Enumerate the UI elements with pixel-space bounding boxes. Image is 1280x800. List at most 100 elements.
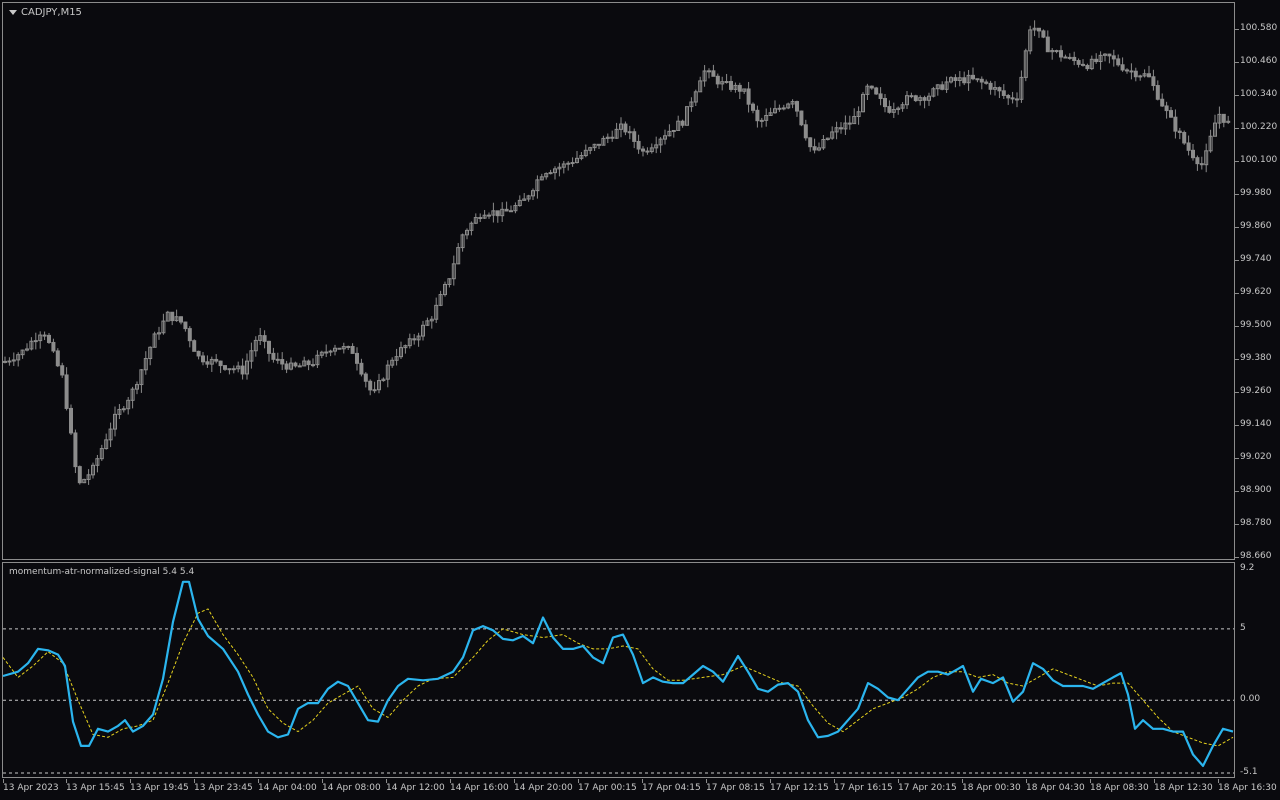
time-axis-label: 13 Apr 23:45 (194, 779, 253, 793)
indicator-axis-label: 0.00 (1240, 694, 1261, 705)
indicator-pane[interactable]: momentum-atr-normalized-signal 5.4 5.4 (2, 562, 1235, 778)
candle (1217, 106, 1222, 129)
price-axis-label: 99.500 (1240, 320, 1272, 330)
candle (742, 88, 747, 94)
candle-body (1037, 27, 1041, 32)
candle (121, 406, 126, 413)
candle (689, 97, 694, 112)
candle-body (1160, 98, 1165, 107)
candle (1032, 20, 1037, 37)
candle-body (971, 74, 975, 80)
candle (777, 104, 782, 112)
candle (1151, 69, 1156, 91)
candle (319, 350, 324, 359)
candle (975, 78, 980, 83)
candle (346, 345, 351, 350)
time-axis-label: 13 Apr 19:45 (130, 779, 189, 793)
candle-body (121, 408, 126, 411)
symbol-label[interactable]: CADJPY,M15 (9, 7, 82, 18)
candle-body (839, 127, 843, 130)
candle (1041, 29, 1046, 39)
price-chart-pane[interactable]: CADJPY,M15 (2, 2, 1235, 560)
price-axis-tick (1235, 458, 1239, 459)
candle (627, 125, 632, 140)
candle (953, 74, 958, 88)
candle (1147, 65, 1151, 78)
candle (671, 129, 676, 138)
candle (429, 316, 434, 329)
candle-body (478, 217, 483, 220)
candle (377, 373, 381, 394)
time-axis-label: 18 Apr 04:30 (1026, 779, 1085, 793)
candle-body (1173, 116, 1178, 132)
candle-body (1147, 73, 1151, 78)
candle (385, 360, 390, 388)
candle (993, 81, 997, 96)
candle-body (1063, 56, 1068, 59)
candle (601, 135, 606, 146)
time-axis-label: 17 Apr 00:15 (578, 779, 637, 793)
candle (3, 356, 7, 364)
candle (856, 106, 861, 125)
candle (513, 202, 518, 214)
candle (786, 102, 791, 110)
candle (570, 157, 575, 167)
candle (539, 173, 544, 181)
candle-body (1076, 60, 1081, 65)
candle-body (671, 129, 676, 132)
candle (544, 172, 549, 180)
candle (1076, 58, 1081, 68)
candle (707, 68, 711, 79)
candle (1001, 84, 1006, 100)
time-axis-label: 13 Apr 2023 (3, 779, 59, 793)
candle (333, 344, 337, 356)
candle (931, 86, 936, 98)
candle-body (548, 172, 553, 175)
candle-body (803, 124, 808, 139)
candle (526, 194, 531, 202)
candle (16, 352, 21, 367)
candle (412, 334, 417, 345)
candle (258, 327, 263, 346)
candle (38, 331, 43, 349)
candle (645, 147, 650, 155)
candle (795, 100, 799, 117)
candle-body (755, 109, 760, 122)
candle (434, 297, 439, 324)
candle (737, 82, 742, 100)
candle-body (711, 70, 716, 77)
price-axis-tick (1235, 557, 1239, 558)
candle-body (368, 380, 373, 391)
candle (469, 221, 474, 236)
candle (51, 338, 56, 353)
candle-body (205, 361, 210, 365)
candle-body (1116, 58, 1121, 66)
candle-body (869, 85, 874, 89)
time-axis-label: 17 Apr 04:15 (642, 779, 701, 793)
candle-body (808, 137, 813, 148)
candle (407, 333, 412, 349)
candle-body (1067, 56, 1072, 59)
candle-body (975, 78, 980, 81)
signal-ma-line (2, 608, 1234, 747)
candle-body (324, 351, 329, 354)
candle (315, 350, 320, 369)
candle (1081, 59, 1085, 67)
candle-body (271, 352, 276, 360)
candle-body (33, 340, 38, 343)
candle (280, 352, 285, 371)
candle-body (231, 368, 236, 371)
price-axis-tick (1235, 392, 1239, 393)
time-axis[interactable]: 13 Apr 2023 13 Apr 15:45 13 Apr 19:45 13 Ap… (0, 779, 1280, 800)
candle (839, 122, 843, 134)
candle (1213, 114, 1217, 137)
candle-body (623, 123, 628, 133)
price-axis-tick (1235, 260, 1239, 261)
candle (451, 255, 456, 286)
candle-body (909, 95, 914, 98)
candle-body (60, 365, 65, 376)
candle (227, 368, 232, 375)
candle-body (645, 150, 650, 153)
candle (271, 347, 276, 363)
candle (535, 175, 540, 199)
